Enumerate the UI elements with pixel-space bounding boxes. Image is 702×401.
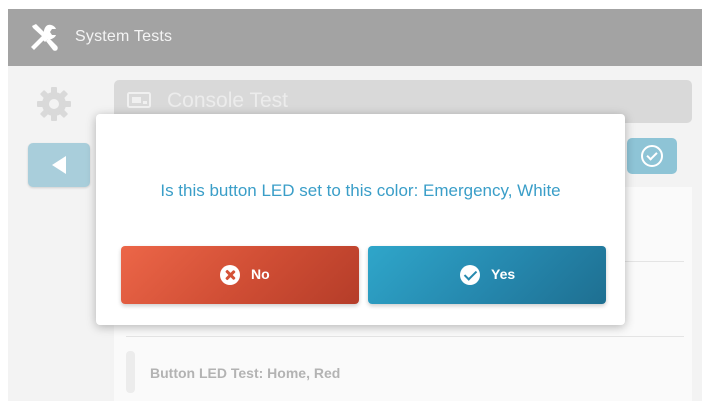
confirm-dialog: Is this button LED set to this color: Em…	[96, 114, 625, 325]
close-circle-icon	[220, 265, 240, 285]
list-item-label: Button LED Test: Home, Red	[150, 365, 341, 381]
list-divider	[126, 336, 684, 337]
check-circle-icon	[641, 145, 663, 167]
no-button[interactable]: No	[121, 246, 359, 304]
window-title: System Tests	[75, 28, 173, 45]
dialog-question: Is this button LED set to this color: Em…	[160, 181, 561, 200]
yes-button-label: Yes	[491, 266, 516, 282]
status-marker	[126, 351, 135, 393]
monitor-icon	[127, 92, 151, 108]
back-arrow-icon	[52, 156, 66, 174]
title-bar: System Tests	[8, 9, 702, 66]
gear-icon[interactable]	[34, 84, 74, 124]
panel-title: Console Test	[167, 89, 289, 112]
back-button[interactable]	[28, 143, 90, 187]
yes-button[interactable]: Yes	[368, 246, 606, 304]
confirm-button[interactable]	[627, 138, 677, 174]
tools-icon	[31, 24, 58, 51]
screen: System Tests Console Test Button LED Tes…	[0, 0, 702, 401]
check-circle-icon	[460, 265, 480, 285]
no-button-label: No	[251, 266, 270, 282]
list-item[interactable]: Button LED Test: Home, Red	[126, 348, 684, 398]
